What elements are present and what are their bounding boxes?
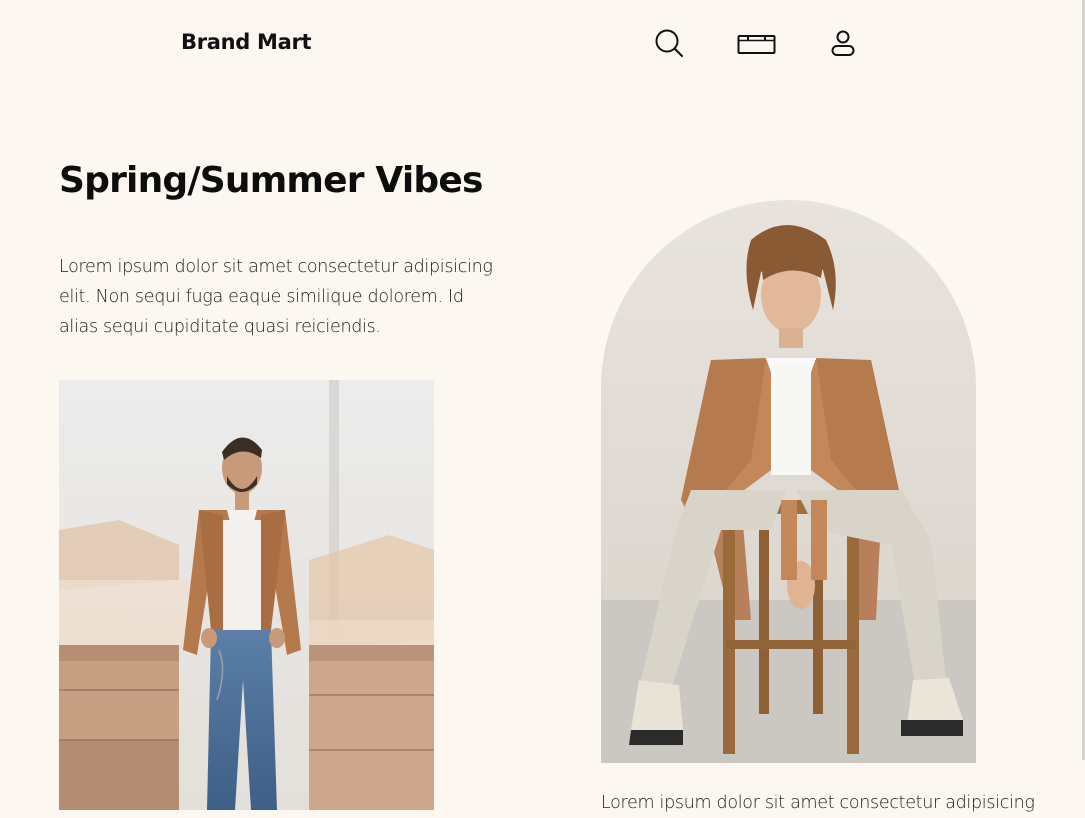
model-photo-left <box>59 380 434 810</box>
page-title: Spring/Summer Vibes <box>59 160 483 201</box>
brand-logo[interactable]: Brand Mart <box>181 30 312 54</box>
search-icon[interactable] <box>653 28 685 60</box>
hero-description: Lorem ipsum dolor sit amet consectetur a… <box>59 257 493 337</box>
secondary-description: Lorem ipsum dolor sit amet consectetur a… <box>601 793 1035 813</box>
user-icon[interactable] <box>828 28 860 60</box>
model-photo-right <box>601 200 976 763</box>
briefcase-icon[interactable] <box>737 28 777 60</box>
